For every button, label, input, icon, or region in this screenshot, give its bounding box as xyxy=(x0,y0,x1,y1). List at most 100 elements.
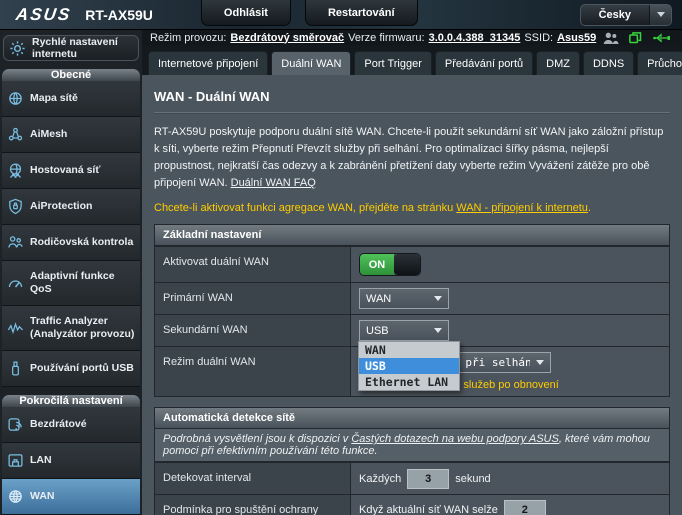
note-text: Podrobná vysvětlení jsou k dispozici v xyxy=(163,433,351,445)
parental-controls-icon xyxy=(7,234,24,251)
secondary-wan-dropdown: WAN USB Ethernet LAN xyxy=(358,341,460,391)
table-row-primary-wan: Primární WAN WAN xyxy=(155,282,669,314)
main-panel: WAN - Duální WAN RT-AX59U poskytuje podp… xyxy=(142,75,682,515)
sidebar-item-aiprotection[interactable]: AiProtection xyxy=(2,189,140,225)
sidebar-item-label: Mapa sítě xyxy=(30,92,78,105)
ssid-link[interactable]: Asus59 xyxy=(557,32,596,44)
dual-wan-toggle[interactable]: ON xyxy=(359,253,421,276)
tab-port-trigger[interactable]: Port Trigger xyxy=(354,51,431,75)
interval-prefix: Každých xyxy=(359,473,401,485)
auto-detection-note: Podrobná vysvětlení jsou k dispozici v Č… xyxy=(155,429,669,462)
language-value: Česky xyxy=(581,9,649,21)
reboot-button[interactable]: Restartování xyxy=(305,0,418,26)
qos-gauge-icon xyxy=(7,275,24,292)
asus-logo: ASUS xyxy=(15,5,73,25)
asus-faq-link[interactable]: Častých dotazech na webu podpory ASUS xyxy=(351,433,559,445)
sidebar-item-label: Adaptivní funkce QoS xyxy=(30,270,135,296)
detect-interval-input[interactable] xyxy=(407,469,449,489)
basic-config-table: Základní nastavení Aktivovat duální WAN … xyxy=(154,224,670,397)
secondary-wan-label: Sekundární WAN xyxy=(155,315,350,346)
sidebar-section-general: Obecné xyxy=(2,69,140,81)
auto-detection-table: Automatická detekce sítě Podrobná vysvět… xyxy=(154,407,670,515)
router-admin-window: ASUS RT-AX59U Odhlásit Restartování Česk… xyxy=(0,0,682,515)
sidebar-item-usb-application[interactable]: Používání portů USB xyxy=(2,351,140,387)
table-row-detect-interval: Detekovat interval Každých sekund xyxy=(155,462,669,494)
sidebar-item-network-map[interactable]: Mapa sítě xyxy=(2,81,140,117)
table-row-enable-dual-wan: Aktivovat duální WAN ON xyxy=(155,246,669,282)
aimesh-icon xyxy=(7,126,24,143)
aggregation-note: Chcete-li aktivovat funkci agregace WAN,… xyxy=(154,202,670,214)
firmware-label: Verze firmwaru: xyxy=(348,32,424,44)
table-row-secondary-wan: Sekundární WAN USB WAN USB Eth xyxy=(155,314,669,346)
toggle-knob xyxy=(394,254,420,275)
sidebar-item-label: AiMesh xyxy=(30,128,67,141)
interval-suffix: sekund xyxy=(455,473,490,485)
operation-mode-link[interactable]: Bezdrátový směrovač xyxy=(230,32,344,44)
dropdown-option-usb[interactable]: USB xyxy=(359,358,459,374)
shield-lock-icon xyxy=(7,198,24,215)
lan-port-icon xyxy=(7,452,24,469)
sidebar-item-label: WAN xyxy=(30,490,55,503)
secondary-wan-select[interactable]: USB xyxy=(359,320,449,341)
tab-dmz[interactable]: DMZ xyxy=(536,51,580,75)
info-bar: Režim provozu: Bezdrátový směrovač Verze… xyxy=(142,30,682,45)
sidebar-item-parental-controls[interactable]: Rodičovská kontrola xyxy=(2,225,140,261)
sidebar-item-label: Používání portů USB xyxy=(30,362,134,375)
clients-icon[interactable] xyxy=(603,31,619,45)
sidebar-item-aimesh[interactable]: AiMesh xyxy=(2,117,140,153)
sidebar-item-label: AiProtection xyxy=(30,200,92,213)
primary-wan-label: Primární WAN xyxy=(155,283,350,314)
language-select[interactable]: Česky xyxy=(580,4,672,26)
sidebar-item-quick-setup[interactable]: Rychlé nastavení internetu xyxy=(3,35,139,61)
content-column: Režim provozu: Bezdrátový směrovač Verze… xyxy=(142,30,682,515)
sidebar-item-label: Rychlé nastavení internetu xyxy=(32,36,133,60)
top-banner: ASUS RT-AX59U Odhlásit Restartování Česk… xyxy=(0,0,682,30)
guest-network-icon xyxy=(7,162,24,179)
network-map-icon xyxy=(7,90,24,107)
sidebar-item-label: LAN xyxy=(30,454,52,467)
dual-wan-faq-link[interactable]: Duální WAN FAQ xyxy=(231,177,316,189)
network-devices-icon[interactable] xyxy=(628,30,643,45)
usb-status-icon[interactable] xyxy=(652,31,670,45)
sidebar-item-label: Rodičovská kontrola xyxy=(30,236,133,249)
sidebar-item-qos[interactable]: Adaptivní funkce QoS xyxy=(2,261,140,306)
basic-config-header: Základní nastavení xyxy=(155,225,669,246)
chevron-down-icon xyxy=(434,328,442,333)
tab-nat-passthrough[interactable]: Průchod NAT xyxy=(637,51,682,75)
sidebar-item-guest-network[interactable]: Hostovaná síť xyxy=(2,153,140,189)
sidebar-item-wireless[interactable]: Bezdrátové xyxy=(2,407,140,443)
ssid-label: SSID: xyxy=(524,32,553,44)
sidebar: Rychlé nastavení internetu Obecné Mapa s… xyxy=(0,30,142,515)
toggle-on-label: ON xyxy=(360,254,394,275)
sidebar-item-label: Traffic Analyzer (Analyzátor provozu) xyxy=(30,315,135,341)
aggregation-suffix: . xyxy=(588,202,591,214)
failover-condition-label: Podmínka pro spuštění ochrany automatick… xyxy=(155,495,350,515)
chevron-down-icon xyxy=(536,360,544,365)
dropdown-option-wan[interactable]: WAN xyxy=(359,342,459,358)
firmware-version-link[interactable]: 3.0.0.4.388_31345 xyxy=(429,32,521,44)
chevron-down-icon xyxy=(434,296,442,301)
tab-port-forwarding[interactable]: Předávání portů xyxy=(435,51,533,75)
wireless-icon xyxy=(7,416,24,433)
model-name: RT-AX59U xyxy=(85,7,153,23)
usb-drive-icon xyxy=(7,360,24,377)
sidebar-item-label: Bezdrátové xyxy=(30,418,87,431)
wan-globe-icon xyxy=(7,488,24,505)
aggregation-text: Chcete-li aktivovat funkci agregace WAN,… xyxy=(154,202,456,214)
auto-detection-header: Automatická detekce sítě xyxy=(155,408,669,429)
wan-internet-connection-link[interactable]: WAN - připojení k internetu xyxy=(456,202,588,214)
logout-button[interactable]: Odhlásit xyxy=(201,0,291,26)
tab-ddns[interactable]: DDNS xyxy=(583,51,634,75)
condition-prefix: Když aktuální síť WAN selže xyxy=(359,504,498,515)
sidebar-item-traffic-analyzer[interactable]: Traffic Analyzer (Analyzátor provozu) xyxy=(2,306,140,351)
primary-wan-select[interactable]: WAN xyxy=(359,288,449,309)
tab-internet-connection[interactable]: Internetové připojení xyxy=(148,51,268,75)
failover-count-input[interactable] xyxy=(504,500,546,515)
dropdown-option-ethernet-lan[interactable]: Ethernet LAN xyxy=(359,374,459,390)
sidebar-item-lan[interactable]: LAN xyxy=(2,443,140,479)
secondary-wan-value: USB xyxy=(366,325,428,337)
chevron-down-icon[interactable] xyxy=(649,5,671,25)
wan-tabs: Internetové připojení Duální WAN Port Tr… xyxy=(142,45,682,75)
sidebar-item-wan[interactable]: WAN xyxy=(2,479,140,515)
tab-dual-wan[interactable]: Duální WAN xyxy=(271,51,351,75)
